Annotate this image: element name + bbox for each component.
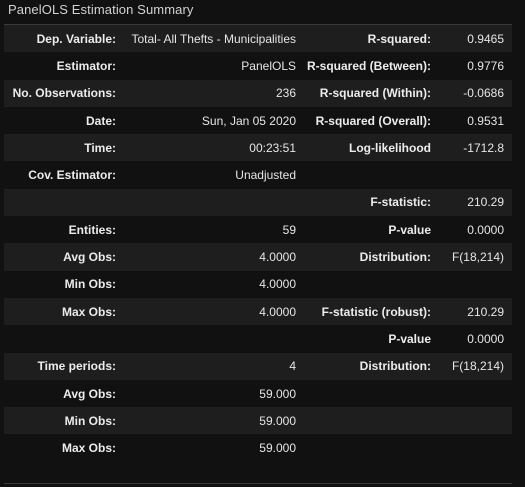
table-row: Max Obs: 4.0000 F-statistic (robust): 210.2… xyxy=(4,297,512,326)
table-row: P-value 0.0000 xyxy=(4,325,512,353)
cell-right-label xyxy=(304,271,439,298)
cell-left-label xyxy=(4,325,124,352)
cell-right-label: P-value xyxy=(388,331,431,346)
cell-left-label: Min Obs: xyxy=(64,413,116,428)
cell-left-label: Avg Obs: xyxy=(63,250,116,265)
cell-left-value: 59.000 xyxy=(259,386,296,401)
cell-left-label: Date: xyxy=(85,113,116,128)
cell-left-value: 59.000 xyxy=(259,441,296,456)
cell-right-value: F(18,214) xyxy=(451,250,504,265)
cell-right-label: R-squared (Between): xyxy=(306,58,431,73)
cell-right-value: -0.0686 xyxy=(463,86,504,101)
cell-right-value: 0.9465 xyxy=(467,31,504,46)
cell-right-value: -1712.8 xyxy=(463,140,504,155)
cell-right-label xyxy=(304,380,439,407)
cell-right-value: 210.29 xyxy=(467,304,504,319)
table-row: Time: 00:23:51 Log-likelihood -1712.8 xyxy=(4,134,512,162)
summary-table-frame: Dep. Variable: Total- All Thefts - Munici… xyxy=(4,24,512,484)
cell-left-label: Time: xyxy=(84,140,116,155)
cell-right-value xyxy=(439,434,512,461)
cell-left-label: Max Obs: xyxy=(61,441,116,456)
cell-left-value: 00:23:51 xyxy=(249,140,296,155)
cell-right-label xyxy=(304,407,439,434)
cell-right-label: R-squared (Overall): xyxy=(315,113,431,128)
cell-left-value: 59 xyxy=(282,222,296,237)
table-row: Min Obs: 59.000 xyxy=(4,407,512,435)
cell-right-label: F-statistic: xyxy=(370,195,431,210)
cell-right-value xyxy=(439,271,512,298)
cell-right-label: Distribution: xyxy=(359,250,431,265)
table-row: Avg Obs: 59.000 xyxy=(4,379,512,408)
cell-left-label: Time periods: xyxy=(37,359,116,374)
table-row: Estimator: PanelOLS R-squared (Between): 0.… xyxy=(4,52,512,80)
cell-left-value: 4.0000 xyxy=(259,304,296,319)
panelols-summary-table: Dep. Variable: Total- All Thefts - Munici… xyxy=(4,25,512,462)
cell-left-value: 236 xyxy=(275,86,296,101)
table-row: Time periods: 4 Distribution: F(18,214) xyxy=(4,352,512,380)
table-caption: PanelOLS Estimation Summary xyxy=(8,2,194,17)
cell-right-label: Distribution: xyxy=(359,359,431,374)
cell-right-label: R-squared: xyxy=(367,31,431,46)
cell-left-value: PanelOLS xyxy=(241,58,296,73)
cell-left-label: Max Obs: xyxy=(61,304,116,319)
cell-left-value xyxy=(124,189,304,216)
table-row: Max Obs: 59.000 xyxy=(4,434,512,462)
table-row: Entities: 59 P-value 0.0000 xyxy=(4,216,512,244)
cell-right-label: F-statistic (robust): xyxy=(321,304,431,319)
cell-left-label: No. Observations: xyxy=(12,86,116,101)
cell-left-value: Unadjusted xyxy=(235,168,296,183)
cell-right-value xyxy=(439,161,512,188)
cell-left-label: Cov. Estimator: xyxy=(28,168,116,183)
cell-left-label xyxy=(4,189,124,216)
table-row: Date: Sun, Jan 05 2020 R-squared (Overall)… xyxy=(4,106,512,135)
cell-right-label xyxy=(304,161,439,188)
cell-left-value xyxy=(124,325,304,352)
cell-left-label: Estimator: xyxy=(56,58,116,73)
table-row: Min Obs: 4.0000 xyxy=(4,270,512,298)
table-row: Avg Obs: 4.0000 Distribution: F(18,214) xyxy=(4,243,512,271)
cell-left-label: Entities: xyxy=(68,222,116,237)
cell-right-value: 0.0000 xyxy=(467,222,504,237)
table-row: No. Observations: 236 R-squared (Within): -… xyxy=(4,79,512,107)
cell-right-value: 0.0000 xyxy=(467,331,504,346)
cell-left-value: 4.0000 xyxy=(259,250,296,265)
cell-left-label: Min Obs: xyxy=(64,277,116,292)
cell-left-value: Sun, Jan 05 2020 xyxy=(201,113,296,128)
table-row: Dep. Variable: Total- All Thefts - Munici… xyxy=(4,25,512,53)
cell-right-value: F(18,214) xyxy=(451,359,504,374)
cell-right-label: Log-likelihood xyxy=(349,140,431,155)
cell-left-value: 4.0000 xyxy=(259,277,296,292)
cell-right-label: P-value xyxy=(388,222,431,237)
cell-right-value: 0.9776 xyxy=(467,58,504,73)
cell-right-value: 0.9531 xyxy=(467,113,504,128)
table-row: Cov. Estimator: Unadjusted xyxy=(4,161,512,189)
cell-left-value: 59.000 xyxy=(259,413,296,428)
cell-right-label xyxy=(304,434,439,461)
cell-right-label: R-squared (Within): xyxy=(319,86,431,101)
cell-left-label: Dep. Variable: xyxy=(36,31,116,46)
cell-left-label: Avg Obs: xyxy=(63,386,116,401)
output-scroll-gutter xyxy=(517,0,525,487)
cell-left-value: 4 xyxy=(289,359,296,374)
cell-right-value xyxy=(439,380,512,407)
cell-left-value: Total- All Thefts - Municipalities xyxy=(131,31,296,46)
cell-right-value: 210.29 xyxy=(467,195,504,210)
summary-table-body: Dep. Variable: Total- All Thefts - Munici… xyxy=(4,25,512,462)
cell-right-value xyxy=(439,407,512,434)
table-row: F-statistic: 210.29 xyxy=(4,188,512,217)
